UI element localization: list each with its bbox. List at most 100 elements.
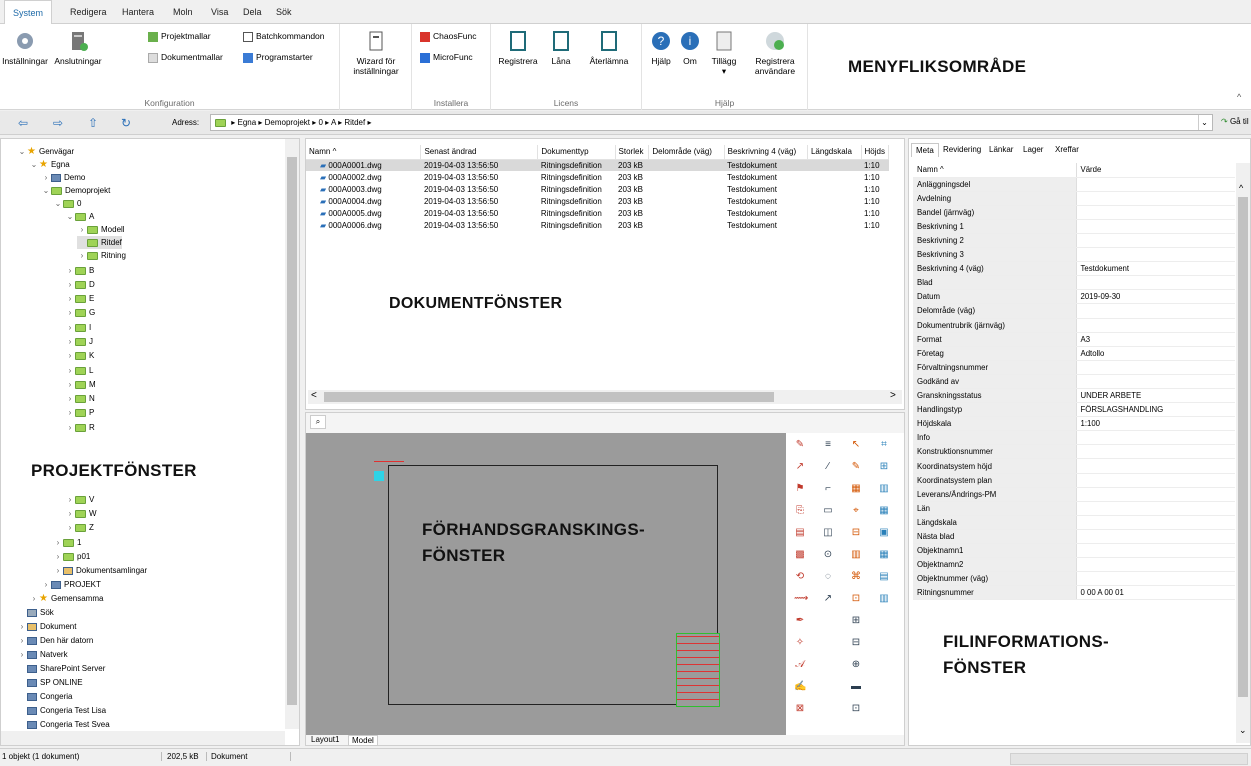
- address-dropdown-icon[interactable]: ⌄: [1198, 115, 1210, 130]
- dokumentmallar-button[interactable]: Dokumentmallar: [148, 50, 223, 64]
- cad-tool-icon[interactable]: ⟲: [794, 571, 806, 583]
- doc-hscrollbar[interactable]: < >: [308, 390, 902, 404]
- tree-item-congeria-test-svea[interactable]: Congeria Test Svea: [17, 718, 110, 731]
- meta-value[interactable]: [1076, 501, 1235, 516]
- table-row[interactable]: ▰ 000A0003.dwg 2019-04-03 13:56:50 Ritning…: [306, 183, 889, 195]
- tree-item-r[interactable]: › R: [65, 421, 95, 434]
- cad-tool-icon[interactable]: ▦: [878, 549, 890, 561]
- meta-value[interactable]: [1076, 374, 1235, 390]
- cad-tool-icon[interactable]: ⊙: [822, 549, 834, 561]
- tree-item-demoprojekt[interactable]: ⌄ Demoprojekt: [41, 184, 111, 197]
- cad-tool-icon[interactable]: ⊞: [850, 615, 862, 627]
- tab-lager[interactable]: Lager: [1019, 143, 1047, 157]
- cad-tool-icon[interactable]: ⌗: [878, 439, 890, 451]
- tree-item-p[interactable]: › P: [65, 406, 95, 419]
- tab-dela[interactable]: Dela: [235, 0, 270, 24]
- cad-tool-icon[interactable]: ▤: [794, 527, 806, 539]
- chevron-right-icon[interactable]: ›: [65, 421, 75, 434]
- refresh-icon[interactable]: ↻: [117, 115, 135, 131]
- tree-item-modell[interactable]: › Modell: [77, 223, 125, 236]
- meta-value[interactable]: Adtollo: [1076, 346, 1235, 361]
- meta-value[interactable]: [1076, 529, 1235, 545]
- cad-tool-icon[interactable]: ⚑: [794, 483, 806, 495]
- meta-row[interactable]: Objektnummer (väg): [913, 571, 1235, 587]
- cad-tool-icon[interactable]: ⊡: [850, 703, 862, 715]
- meta-row[interactable]: Datum 2019-09-30: [913, 289, 1235, 305]
- meta-row[interactable]: Delområde (väg): [913, 303, 1235, 319]
- breadcrumb-item[interactable]: A: [331, 118, 336, 127]
- chevron-right-icon[interactable]: ›: [65, 335, 75, 348]
- meta-row[interactable]: Format A3: [913, 332, 1235, 347]
- chevron-down-icon[interactable]: ⌄: [53, 197, 63, 210]
- tree-item-1[interactable]: › 1: [53, 536, 82, 549]
- cad-tool-icon[interactable]: ✒: [794, 615, 806, 627]
- anslutningar-button[interactable]: Anslutningar: [52, 30, 104, 66]
- meta-value[interactable]: [1076, 543, 1235, 559]
- cad-tool-icon[interactable]: 𝒜: [794, 659, 806, 671]
- breadcrumb-item[interactable]: Egna: [237, 118, 256, 127]
- tree-item-sharepoint-server[interactable]: SharePoint Server: [17, 662, 105, 675]
- chevron-right-icon[interactable]: ›: [65, 378, 75, 391]
- chevron-right-icon[interactable]: ›: [65, 321, 75, 334]
- registrera-anvandare-button[interactable]: Registrera användare: [744, 30, 806, 76]
- chevron-down-icon[interactable]: ⌄: [17, 145, 27, 158]
- chevron-right-icon[interactable]: ›: [53, 550, 63, 563]
- cad-tool-icon[interactable]: ⌖: [850, 505, 862, 517]
- tree-item-congeria-test-lisa[interactable]: Congeria Test Lisa: [17, 704, 106, 717]
- tree-item-congeria[interactable]: Congeria: [17, 690, 72, 703]
- cad-tool-icon[interactable]: ◌: [822, 571, 834, 583]
- lana-button[interactable]: Låna: [545, 30, 577, 66]
- tree-item-e[interactable]: › E: [65, 292, 95, 305]
- tree-item-den-här-datorn[interactable]: › Den här datorn: [17, 634, 94, 647]
- tree-item-dokumentsamlingar[interactable]: › Dokumentsamlingar: [53, 564, 147, 577]
- cad-tool-icon[interactable]: ▥: [850, 549, 862, 561]
- meta-value[interactable]: [1076, 247, 1235, 263]
- meta-row[interactable]: Beskrivning 2: [913, 233, 1235, 249]
- meta-row[interactable]: Bandel (järnväg): [913, 205, 1235, 220]
- om-button[interactable]: i Om: [678, 30, 702, 66]
- cad-tool-icon[interactable]: ▥: [878, 483, 890, 495]
- chevron-right-icon[interactable]: ›: [17, 648, 27, 661]
- tree-item-k[interactable]: › K: [65, 349, 95, 362]
- meta-value[interactable]: [1076, 233, 1235, 249]
- tree-item-v[interactable]: › V: [65, 493, 95, 506]
- meta-row[interactable]: Koordinatsystem plan: [913, 473, 1235, 488]
- programstarter-button[interactable]: Programstarter: [243, 50, 313, 64]
- chevron-right-icon[interactable]: ›: [65, 264, 75, 277]
- chevron-right-icon[interactable]: ›: [53, 564, 63, 577]
- tab-visa[interactable]: Visa: [203, 0, 236, 24]
- cad-tool-icon[interactable]: ▣: [878, 527, 890, 539]
- chevron-right-icon[interactable]: ›: [65, 278, 75, 291]
- chevron-right-icon[interactable]: ›: [65, 521, 75, 534]
- meta-value[interactable]: [1076, 318, 1235, 333]
- col-header-langdskala[interactable]: Längdskala: [807, 145, 862, 160]
- meta-row[interactable]: Beskrivning 4 (väg) Testdokument: [913, 261, 1235, 277]
- chaosfunc-button[interactable]: ChaosFunc: [420, 29, 476, 43]
- drawing-canvas[interactable]: FÖRHANDSGRANSKINGS- FÖNSTER: [306, 433, 786, 735]
- tab-xreffar[interactable]: Xreffar: [1051, 143, 1083, 157]
- table-row[interactable]: ▰ 000A0006.dwg 2019-04-03 13:56:50 Ritning…: [306, 219, 889, 231]
- up-arrow-icon[interactable]: ⇧: [84, 115, 102, 131]
- cad-tool-icon[interactable]: ⊡: [850, 593, 862, 605]
- chevron-right-icon[interactable]: ›: [65, 507, 75, 520]
- registrera-button[interactable]: Registrera: [495, 30, 541, 66]
- tree-item-sök[interactable]: Sök: [17, 606, 54, 619]
- tree-item-ritning[interactable]: › Ritning: [77, 249, 126, 262]
- chevron-right-icon[interactable]: ›: [53, 536, 63, 549]
- cad-tool-icon[interactable]: ↗: [794, 461, 806, 473]
- table-row[interactable]: ▰ 000A0004.dwg 2019-04-03 13:56:50 Ritning…: [306, 195, 889, 207]
- tree-item-b[interactable]: › B: [65, 264, 95, 277]
- meta-row[interactable]: Företag Adtollo: [913, 346, 1235, 361]
- cad-tool-icon[interactable]: ≡: [822, 439, 834, 451]
- meta-value[interactable]: FÖRSLAGSHANDLING: [1076, 402, 1235, 418]
- cad-tool-icon[interactable]: ◫: [822, 527, 834, 539]
- tree-item-w[interactable]: › W: [65, 507, 97, 520]
- meta-value[interactable]: UNDER ARBETE: [1076, 388, 1235, 404]
- tab-meta[interactable]: Meta: [911, 143, 939, 157]
- cad-tool-icon[interactable]: ✎: [850, 461, 862, 473]
- tillagg-button[interactable]: Tillägg ▾: [706, 30, 742, 76]
- tree-item-demo[interactable]: › Demo: [41, 171, 86, 184]
- table-row[interactable]: ▰ 000A0002.dwg 2019-04-03 13:56:50 Ritning…: [306, 171, 889, 183]
- meta-value[interactable]: [1076, 444, 1235, 460]
- meta-value[interactable]: [1076, 430, 1235, 446]
